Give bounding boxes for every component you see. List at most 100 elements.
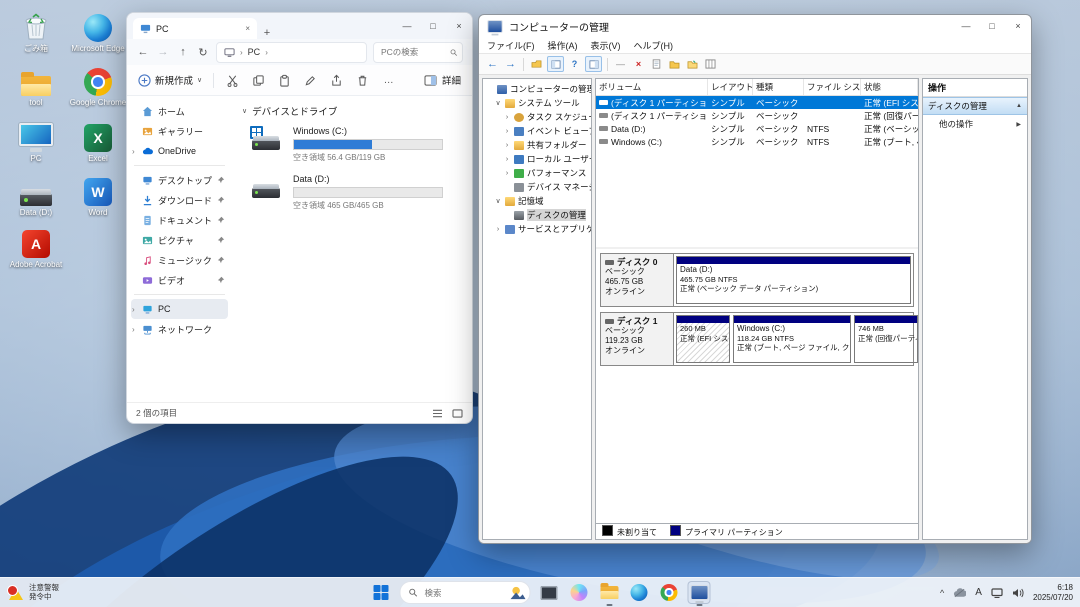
column-status[interactable]: 状態 bbox=[861, 79, 918, 95]
column-settings-button[interactable] bbox=[703, 57, 718, 71]
sidebar-item-desktop[interactable]: デスクトップ bbox=[131, 170, 228, 190]
ime-indicator[interactable]: A bbox=[975, 587, 982, 598]
expander-icon[interactable]: › bbox=[503, 128, 511, 135]
disk-0-label[interactable]: ディスク 0 ベーシック 465.75 GB オンライン bbox=[601, 254, 674, 306]
desktop-icon-chrome[interactable]: Google Chrome bbox=[68, 62, 128, 107]
volume-icon[interactable] bbox=[1012, 588, 1024, 598]
new-tab-button[interactable]: + bbox=[257, 27, 277, 39]
column-layout[interactable]: レイアウト bbox=[708, 79, 753, 95]
volume-row[interactable]: Data (D:) シンプル ベーシック NTFS 正常 (ベーシック データ … bbox=[596, 122, 918, 135]
expander-icon[interactable]: › bbox=[503, 142, 511, 149]
desktop-icon-edge[interactable]: Microsoft Edge bbox=[68, 8, 128, 53]
more-options-button[interactable]: … bbox=[381, 73, 396, 88]
delete-volume-button[interactable]: × bbox=[631, 57, 646, 71]
rename-button[interactable] bbox=[303, 73, 318, 88]
sidebar-item-videos[interactable]: ビデオ bbox=[131, 270, 228, 290]
expander-icon[interactable]: › bbox=[503, 114, 511, 121]
menu-file[interactable]: ファイル(F) bbox=[487, 39, 535, 52]
new-button[interactable]: 新規作成 ∨ bbox=[138, 73, 202, 87]
explorer-search[interactable] bbox=[373, 42, 463, 63]
show-action-pane-button[interactable] bbox=[585, 56, 602, 72]
explorer-tab-pc[interactable]: PC × bbox=[133, 18, 257, 39]
details-view-button[interactable]: 詳細 bbox=[424, 73, 461, 87]
task-view-button[interactable] bbox=[538, 581, 561, 604]
partition-efi[interactable]: 260 MB 正常 (EFI システム パーティション) bbox=[676, 315, 730, 363]
taskbar-clock[interactable]: 6:18 2025/07/20 bbox=[1033, 583, 1073, 602]
up-one-level-button[interactable] bbox=[529, 57, 544, 71]
minimize-button[interactable]: — bbox=[953, 15, 979, 37]
tree-item-storage[interactable]: ∨記憶域 bbox=[483, 194, 591, 208]
tree-item-services-applications[interactable]: ›サービスとアプリケーション bbox=[483, 222, 591, 236]
maximize-button[interactable]: □ bbox=[420, 13, 446, 39]
help-button[interactable]: ? bbox=[567, 57, 582, 71]
expander-icon[interactable]: › bbox=[503, 156, 511, 163]
more-actions[interactable]: 他の操作 ▶ bbox=[923, 115, 1027, 133]
close-button[interactable]: × bbox=[446, 13, 472, 39]
tree-item-performance[interactable]: ›パフォーマンス bbox=[483, 166, 591, 180]
partition-data-d[interactable]: Data (D:) 465.75 GB NTFS 正常 (ベーシック データ パ… bbox=[676, 256, 911, 304]
expander-icon[interactable]: ∨ bbox=[494, 99, 502, 107]
taskbar-computer-management[interactable] bbox=[688, 581, 711, 604]
close-button[interactable]: × bbox=[1005, 15, 1031, 37]
search-input[interactable] bbox=[423, 587, 505, 599]
tree-item-event-viewer[interactable]: ›イベント ビューアー bbox=[483, 124, 591, 138]
desktop-icon-folder[interactable]: tool bbox=[6, 62, 66, 107]
paste-button[interactable] bbox=[277, 73, 292, 88]
taskbar-file-explorer[interactable] bbox=[598, 581, 621, 604]
volume-row[interactable]: (ディスク 1 パーティション 1) シンプル ベーシック 正常 (EFI シス… bbox=[596, 96, 918, 109]
menu-help[interactable]: ヘルプ(H) bbox=[634, 39, 674, 52]
refresh-button[interactable]: ↻ bbox=[196, 46, 210, 59]
open-button[interactable] bbox=[667, 57, 682, 71]
partition-windows-c[interactable]: Windows (C:) 118.24 GB NTFS 正常 (ブート, ページ… bbox=[733, 315, 851, 363]
cut-button[interactable] bbox=[225, 73, 240, 88]
network-icon[interactable] bbox=[991, 588, 1003, 598]
minimize-button[interactable]: — bbox=[394, 13, 420, 39]
properties-button[interactable] bbox=[649, 57, 664, 71]
taskbar-edge[interactable] bbox=[628, 581, 651, 604]
show-console-tree-button[interactable] bbox=[547, 56, 564, 72]
thumbnail-view-icon[interactable] bbox=[452, 409, 463, 418]
menu-view[interactable]: 表示(V) bbox=[591, 39, 621, 52]
sidebar-item-gallery[interactable]: ギャラリー bbox=[131, 121, 228, 141]
desktop-icon-excel[interactable]: X Excel bbox=[68, 118, 128, 163]
up-button[interactable]: ↑ bbox=[176, 46, 190, 58]
desktop-icon-data-drive[interactable]: Data (D:) bbox=[6, 172, 66, 217]
hidden-icons-chevron[interactable]: ^ bbox=[940, 588, 944, 598]
sidebar-item-music[interactable]: ミュージック bbox=[131, 250, 228, 270]
partition-recovery[interactable]: 746 MB 正常 (回復パーティション) bbox=[854, 315, 918, 363]
volume-row[interactable]: Windows (C:) シンプル ベーシック NTFS 正常 (ブート, ペー… bbox=[596, 135, 918, 148]
column-volume[interactable]: ボリューム bbox=[596, 79, 708, 95]
sidebar-item-downloads[interactable]: ダウンロード bbox=[131, 190, 228, 210]
sidebar-item-network[interactable]: › ネットワーク bbox=[131, 319, 228, 339]
maximize-button[interactable]: □ bbox=[979, 15, 1005, 37]
mark-partition-button[interactable]: — bbox=[613, 57, 628, 71]
copilot-button[interactable] bbox=[568, 581, 591, 604]
tree-item-computer-management-root[interactable]: コンピューターの管理 (ローカル) bbox=[483, 82, 591, 96]
delete-button[interactable] bbox=[355, 73, 370, 88]
back-button[interactable]: ← bbox=[485, 57, 500, 71]
sidebar-item-pictures[interactable]: ピクチャ bbox=[131, 230, 228, 250]
disk-1-label[interactable]: ディスク 1 ベーシック 119.23 GB オンライン bbox=[601, 313, 674, 365]
column-filesystem[interactable]: ファイル システム bbox=[804, 79, 861, 95]
expander-icon[interactable]: ∨ bbox=[494, 197, 502, 205]
sidebar-item-home[interactable]: ホーム bbox=[131, 101, 228, 121]
start-button[interactable] bbox=[370, 581, 393, 604]
forward-button[interactable]: → bbox=[503, 57, 518, 71]
tree-item-system-tools[interactable]: ∨システム ツール bbox=[483, 96, 591, 110]
tree-item-disk-management[interactable]: ディスクの管理 bbox=[483, 208, 591, 222]
desktop-icon-acrobat[interactable]: A Adobe Acrobat bbox=[6, 224, 66, 269]
section-devices-and-drives[interactable]: ∨ デバイスとドライブ bbox=[242, 104, 462, 118]
desktop-icon-recycle-bin[interactable]: ごみ箱 bbox=[6, 8, 66, 53]
onedrive-tray-icon[interactable] bbox=[953, 588, 966, 598]
drive-item-d[interactable]: Data (D:) 空き領域 465 GB/465 GB bbox=[250, 174, 462, 211]
breadcrumb-item-pc[interactable]: PC bbox=[248, 47, 261, 57]
sidebar-item-pc[interactable]: › PC bbox=[131, 299, 228, 319]
share-button[interactable] bbox=[329, 73, 344, 88]
widgets-button[interactable]: 注意警報 発令中 bbox=[7, 578, 59, 607]
mmc-title-bar[interactable]: コンピューターの管理 — □ × bbox=[479, 15, 1031, 37]
desktop-icon-word[interactable]: W Word bbox=[68, 172, 128, 217]
chevron-right-icon[interactable]: › bbox=[132, 325, 135, 334]
expander-icon[interactable]: › bbox=[503, 170, 511, 177]
sidebar-item-onedrive[interactable]: › OneDrive bbox=[131, 141, 228, 161]
list-view-icon[interactable] bbox=[432, 409, 443, 418]
